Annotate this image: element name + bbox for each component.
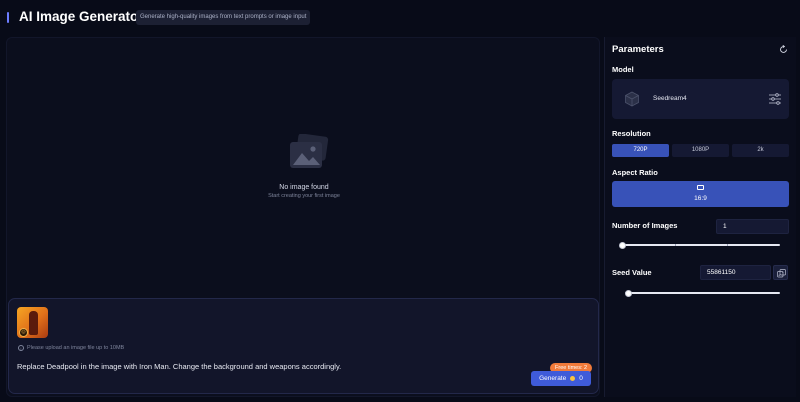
seed-slider-track[interactable] (625, 292, 780, 294)
upload-hint: i Please upload an image file up to 10MB (18, 345, 124, 351)
seed-value-input[interactable] (700, 265, 771, 280)
model-cube-icon (625, 91, 639, 107)
seed-slider-handle[interactable] (624, 289, 632, 297)
aspect-ratio-value: 16:9 (694, 195, 707, 202)
thumbnail-badge-icon: ◎ (19, 328, 28, 337)
resolution-option-1080p[interactable]: 1080P (672, 144, 729, 157)
app-title: AI Image Generator (19, 9, 144, 24)
parameters-panel: Parameters Model Seedream4 Resolution 72… (604, 37, 796, 397)
generate-button[interactable]: Generate 0 (531, 371, 591, 386)
seed-value-label: Seed Value (612, 268, 652, 277)
app-subtitle: Generate high-quality images from text p… (136, 10, 311, 25)
generate-button-label: Generate (539, 375, 567, 382)
uploaded-image-thumbnail[interactable]: ◎ (17, 307, 48, 338)
aspect-ratio-label: Aspect Ratio (612, 168, 658, 177)
info-icon: i (18, 345, 24, 351)
settings-sliders-icon[interactable] (769, 93, 781, 105)
credit-coin-icon (570, 376, 576, 381)
empty-state-title: No image found (279, 184, 329, 191)
app-header: AI Image Generator Generate high-quality… (0, 0, 800, 36)
resolution-options: 720P 1080P 2k (612, 144, 789, 157)
aspect-ratio-option[interactable]: 16:9 (612, 181, 789, 207)
aspect-ratio-icon (697, 185, 704, 190)
title-accent-bar (7, 12, 9, 23)
model-label: Model (612, 65, 634, 74)
dice-icon (777, 269, 786, 278)
empty-state-subtitle: Start creating your first image (268, 193, 340, 199)
number-of-images-label: Number of Images (612, 221, 678, 230)
number-of-images-slider-handle[interactable] (618, 241, 626, 249)
resolution-option-2k[interactable]: 2k (732, 144, 789, 157)
slider-tick (675, 244, 676, 246)
parameters-title: Parameters (612, 44, 664, 55)
resolution-label: Resolution (612, 129, 651, 138)
reset-icon[interactable] (779, 45, 788, 54)
number-of-images-input[interactable] (716, 219, 789, 234)
resolution-option-720p[interactable]: 720P (612, 144, 669, 157)
model-selector[interactable]: Seedream4 (612, 79, 789, 119)
credit-cost: 0 (579, 375, 583, 382)
random-seed-button[interactable] (773, 265, 788, 280)
number-of-images-slider-track[interactable] (622, 244, 780, 246)
slider-tick (727, 244, 728, 246)
prompt-input[interactable]: Replace Deadpool in the image with Iron … (17, 362, 341, 371)
model-name: Seedream4 (653, 95, 687, 102)
upload-hint-text: Please upload an image file up to 10MB (27, 345, 125, 351)
image-placeholder-icon (290, 134, 329, 168)
prompt-panel: ◎ i Please upload an image file up to 10… (8, 298, 599, 394)
thumbnail-figure (29, 311, 38, 335)
